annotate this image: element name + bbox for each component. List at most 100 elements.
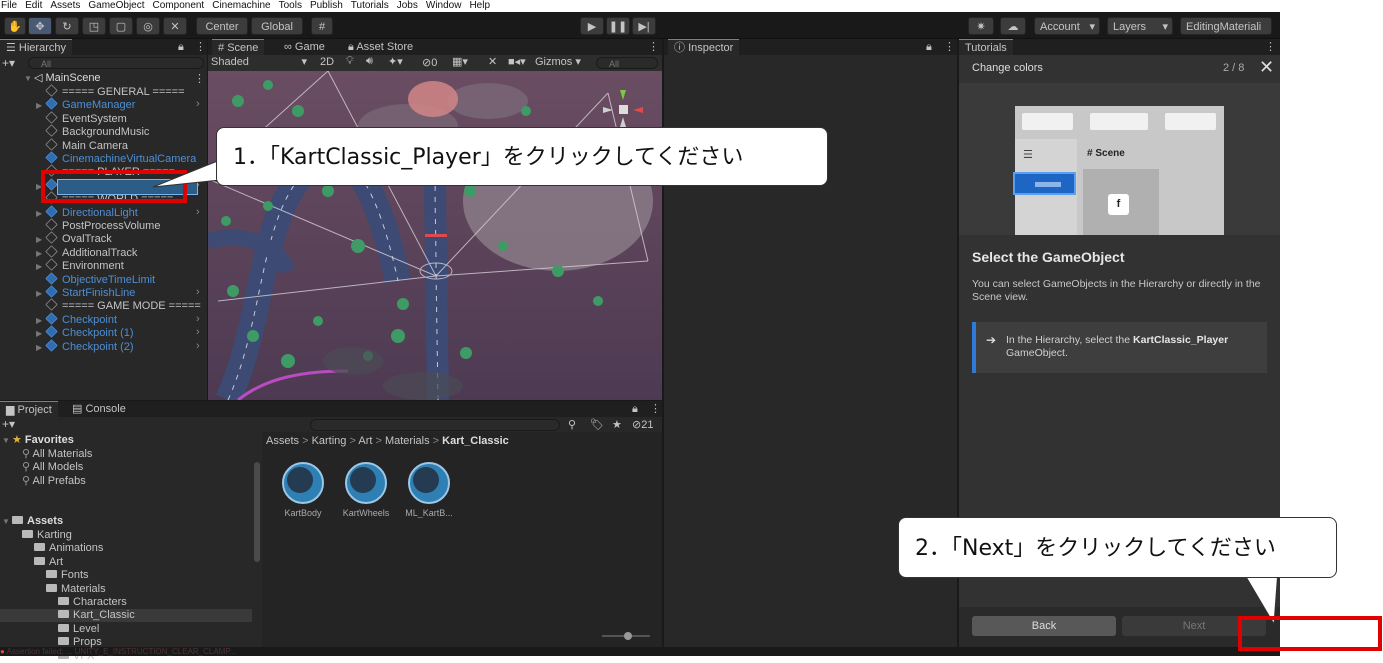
asset-folder[interactable]: Art [34,556,63,569]
tab-tutorials[interactable]: Tutorials [959,39,1013,56]
menu-item[interactable]: File [1,0,17,12]
add-icon[interactable]: +▾ [2,417,15,431]
lighting-icon[interactable]: 💡︎ [346,55,354,68]
rotate-tool-icon[interactable]: ↻ [55,17,79,35]
transform-tool-icon[interactable]: ◎ [136,17,160,35]
audio-icon[interactable]: 🔊︎ [366,55,373,68]
kebab-menu-icon[interactable]: ⋮ [195,39,206,55]
prefab-open-icon[interactable]: › [196,286,200,299]
scale-tool-icon[interactable]: ◳ [82,17,106,35]
hidden-packages-counter[interactable]: ⊘21 [632,418,653,431]
hierarchy-item[interactable]: ===== GENERAL ===== [36,84,185,98]
search-by-type-icon[interactable]: ⚲ [568,418,576,431]
menu-item[interactable]: Cinemachine [212,0,270,12]
tab-asset-store[interactable]: 🔒︎ Asset Store [342,39,419,55]
favorites-header[interactable]: ▼ ★ Favorites [2,434,74,447]
favorite-item[interactable]: ⚲ All Prefabs [22,475,86,488]
tab-hierarchy[interactable]: ☰ Hierarchy [0,39,72,56]
tools-icon[interactable]: ✕ [488,55,497,68]
zoom-slider-thumb[interactable] [624,632,632,640]
asset-folder[interactable]: Level [58,623,99,636]
expand-arrow-icon[interactable]: ▶ [36,314,46,327]
expand-arrow-icon[interactable]: ▶ [36,327,46,340]
hand-tool-icon[interactable]: ✋ [4,17,26,35]
prefab-open-icon[interactable]: › [196,206,200,219]
pause-button[interactable]: ❚❚ [606,17,630,35]
rect-tool-icon[interactable]: ▢ [109,17,133,35]
expand-arrow-icon[interactable]: ▶ [36,99,46,112]
lock-icon[interactable]: 🔒︎ [178,39,184,55]
label-icon[interactable]: 🏷︎ [590,418,604,431]
hierarchy-item[interactable]: ▶ GameManager › [36,97,200,112]
step-button[interactable]: ▶| [632,17,656,35]
expand-arrow-icon[interactable]: ▶ [36,287,46,300]
menu-item[interactable]: Component [153,0,205,12]
prefab-open-icon[interactable]: › [196,98,200,111]
lock-icon[interactable]: 🔒︎ [926,39,932,55]
asset-folder[interactable]: Materials [46,583,106,596]
hierarchy-item[interactable]: ▶ Environment [36,258,124,273]
play-button[interactable]: ▶ [580,17,604,35]
hierarchy-item[interactable]: ▶ StartFinishLine › [36,285,200,300]
asset-item[interactable]: KartWheels [337,462,395,518]
asset-folder[interactable]: Karting [22,529,72,542]
tree-scrollbar[interactable] [254,462,260,562]
breadcrumb-item[interactable]: Materials [385,435,430,447]
expand-arrow-icon[interactable]: ▶ [36,341,46,354]
menu-item[interactable]: Help [469,0,490,12]
tab-inspector[interactable]: ⓘ Inspector [668,39,740,56]
asset-item[interactable]: ML_KartB... [400,462,458,518]
prefab-open-icon[interactable]: › [196,340,200,353]
expand-arrow-icon[interactable]: ▶ [36,233,46,246]
account-dropdown[interactable]: Account ▾ [1034,17,1100,35]
hierarchy-item[interactable]: ▶ AdditionalTrack [36,245,137,259]
hierarchy-item[interactable]: ▶ Checkpoint (1) › [36,325,200,340]
hierarchy-item[interactable]: ObjectiveTimeLimit [36,271,155,286]
hierarchy-item[interactable]: PostProcessVolume [36,218,160,232]
assets-header[interactable]: ▼ Assets [2,515,63,528]
breadcrumb-item[interactable]: Assets [266,435,299,447]
effects-icon[interactable]: ✦▾ [388,55,403,68]
status-bar[interactable]: ● Assertion failed: ... UNITY_E_INSTRUCT… [0,648,1280,656]
hierarchy-search-input[interactable]: All [28,57,204,69]
mode-2d-toggle[interactable]: 2D [320,56,334,68]
menu-item[interactable]: GameObject [88,0,144,12]
layers-dropdown[interactable]: Layers ▾ [1107,17,1173,35]
lock-icon[interactable]: 🔒︎ [632,401,638,417]
tab-scene[interactable]: # Scene [212,39,265,56]
prefab-open-icon[interactable]: › [196,326,200,339]
menu-item[interactable]: Assets [50,0,80,12]
hierarchy-item[interactable]: BackgroundMusic [36,124,149,138]
hierarchy-item[interactable]: EventSystem [36,111,127,125]
scene-search-input[interactable]: All [596,57,658,69]
custom-tool-icon[interactable]: ✕ [163,17,187,35]
kebab-menu-icon[interactable]: ⋮ [944,39,955,55]
close-icon[interactable]: ✕ [1259,58,1274,76]
asset-folder[interactable]: Kart_Classic [0,609,252,623]
add-icon[interactable]: +▾ [2,56,15,70]
gizmos-dropdown[interactable]: Gizmos ▾ [535,56,591,69]
kebab-menu-icon[interactable]: ⋮ [648,39,659,55]
hierarchy-item[interactable]: ▶ DirectionalLight › [36,204,200,220]
breadcrumb-item[interactable]: Karting [312,435,347,447]
menu-item[interactable]: Tools [279,0,302,12]
expand-arrow-icon[interactable]: ▶ [36,260,46,273]
tab-project[interactable]: ▆ Project [0,401,58,418]
shading-dropdown[interactable]: Shaded ▾ [211,56,311,69]
zoom-slider[interactable] [602,632,650,640]
scene-menu-icon[interactable]: ⋮ [194,72,205,85]
collab-icon[interactable]: ✷ [968,17,994,35]
menu-item[interactable]: Edit [25,0,42,12]
menu-item[interactable]: Jobs [397,0,418,12]
menu-item[interactable]: Publish [310,0,343,12]
cloud-icon[interactable]: ☁ [1000,17,1026,35]
hierarchy-item[interactable]: ▶ Checkpoint › [36,312,200,327]
prefab-open-icon[interactable]: › [196,313,200,326]
project-search-input[interactable] [310,419,560,431]
asset-folder[interactable]: Fonts [46,569,89,582]
breadcrumb-item[interactable]: Kart_Classic [442,435,509,447]
grid-icon[interactable]: ▦▾ [452,55,468,68]
hierarchy-item[interactable]: Main Camera [36,137,128,152]
expand-arrow-icon[interactable]: ▶ [36,207,46,220]
pivot-center-toggle[interactable]: Center [196,17,248,35]
